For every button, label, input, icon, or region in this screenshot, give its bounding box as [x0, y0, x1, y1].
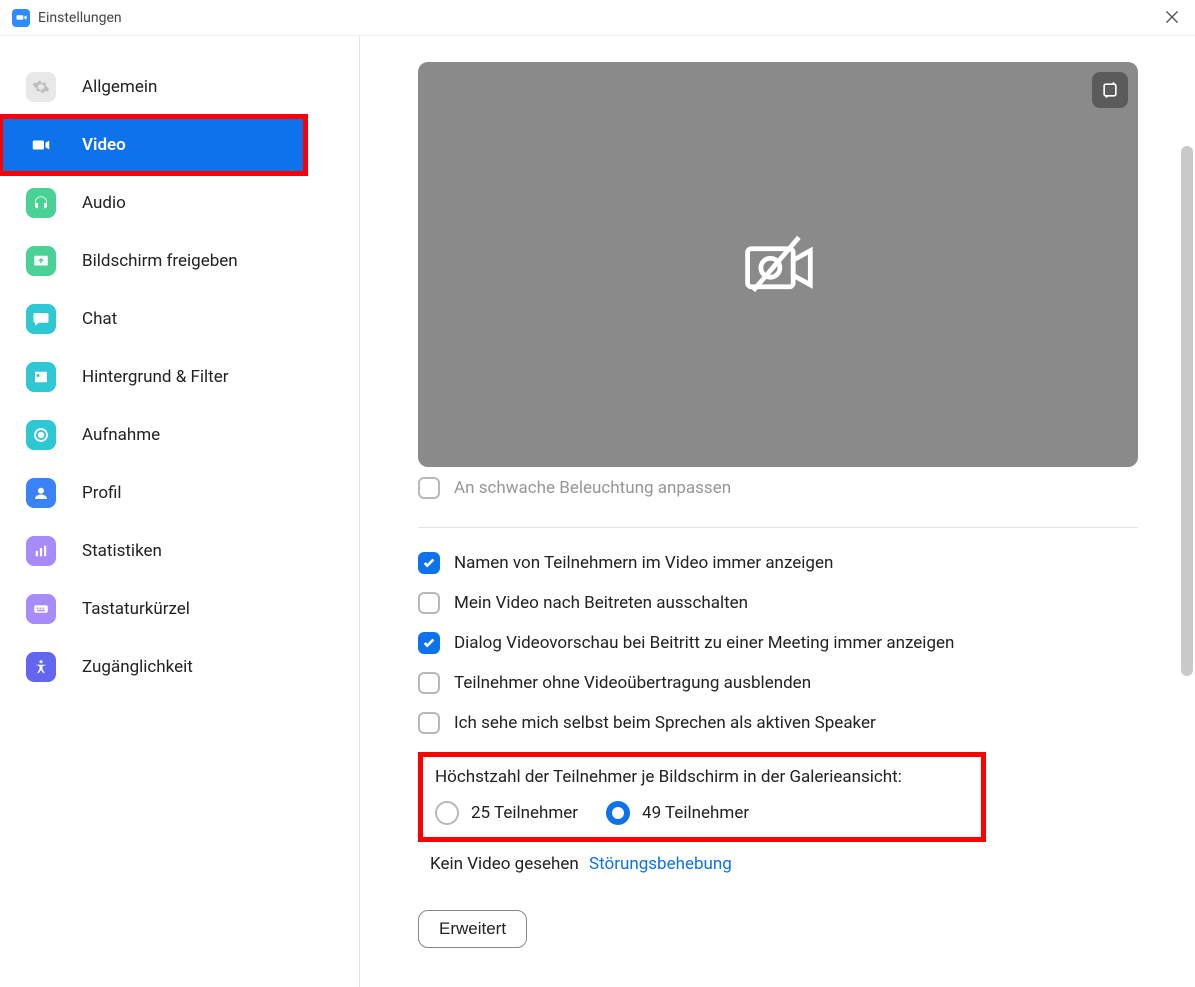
- sidebar-item-label: Allgemein: [82, 77, 157, 97]
- advanced-button[interactable]: Erweitert: [418, 910, 527, 948]
- sidebar-item-shortcuts[interactable]: Tastaturkürzel: [0, 580, 359, 638]
- radio-label: 25 Teilnehmer: [471, 803, 578, 823]
- option-row-turnoff: Mein Video nach Beitreten ausschalten: [418, 592, 1151, 614]
- option-label: Teilnehmer ohne Videoübertragung ausblen…: [454, 673, 811, 693]
- chat-icon: [26, 304, 56, 334]
- window-title: Einstellungen: [38, 10, 122, 26]
- titlebar: Einstellungen: [0, 0, 1195, 36]
- radio-25-participants[interactable]: 25 Teilnehmer: [435, 801, 578, 825]
- video-preview: [418, 62, 1138, 467]
- low-light-label: An schwache Beleuchtung anpassen: [454, 478, 731, 498]
- checkbox-preview-dialog[interactable]: [418, 632, 440, 654]
- sidebar-item-recording[interactable]: Aufnahme: [0, 406, 359, 464]
- sidebar-item-label: Profil: [82, 483, 122, 503]
- sidebar-item-label: Chat: [82, 309, 117, 329]
- sidebar-item-video[interactable]: Video: [0, 116, 306, 174]
- headphones-icon: [26, 188, 56, 218]
- profile-icon: [26, 478, 56, 508]
- option-label: Dialog Videovorschau bei Beitritt zu ein…: [454, 633, 954, 653]
- sidebar-item-share-screen[interactable]: Bildschirm freigeben: [0, 232, 359, 290]
- sidebar-item-audio[interactable]: Audio: [0, 174, 359, 232]
- sidebar-item-label: Audio: [82, 193, 126, 213]
- no-camera-icon: [740, 227, 816, 303]
- sidebar-item-chat[interactable]: Chat: [0, 290, 359, 348]
- sidebar-item-label: Video: [82, 135, 126, 155]
- app-icon: [12, 9, 30, 27]
- record-icon: [26, 420, 56, 450]
- rotate-camera-button[interactable]: [1092, 72, 1128, 108]
- sidebar-item-label: Bildschirm freigeben: [82, 251, 238, 271]
- sidebar-item-statistics[interactable]: Statistiken: [0, 522, 359, 580]
- option-label: Ich sehe mich selbst beim Sprechen als a…: [454, 713, 876, 733]
- scrollbar-thumb[interactable]: [1181, 146, 1193, 676]
- sidebar-item-label: Zugänglichkeit: [82, 657, 193, 677]
- low-light-checkbox[interactable]: [418, 477, 440, 499]
- troubleshoot-link[interactable]: Störungsbehebung: [589, 854, 732, 874]
- share-screen-icon: [26, 246, 56, 276]
- radio-label: 49 Teilnehmer: [642, 803, 749, 823]
- keyboard-icon: [26, 594, 56, 624]
- checkbox-show-names[interactable]: [418, 552, 440, 574]
- close-button[interactable]: [1163, 8, 1181, 26]
- option-label: Namen von Teilnehmern im Video immer anz…: [454, 553, 833, 573]
- sidebar-item-background[interactable]: Hintergrund & Filter: [0, 348, 359, 406]
- sidebar-item-label: Hintergrund & Filter: [82, 367, 229, 387]
- gear-icon: [26, 72, 56, 102]
- sidebar-item-label: Aufnahme: [82, 425, 160, 445]
- radio-button-25: [435, 801, 459, 825]
- sidebar-item-general[interactable]: Allgemein: [0, 58, 359, 116]
- option-row-self-active: Ich sehe mich selbst beim Sprechen als a…: [418, 712, 1151, 734]
- checkbox-hide-nonvideo[interactable]: [418, 672, 440, 694]
- divider: [418, 527, 1138, 528]
- radio-49-participants[interactable]: 49 Teilnehmer: [606, 801, 749, 825]
- option-row-preview-dialog: Dialog Videovorschau bei Beitritt zu ein…: [418, 632, 1151, 654]
- radio-button-49: [606, 801, 630, 825]
- option-label: Mein Video nach Beitreten ausschalten: [454, 593, 748, 613]
- low-light-row: An schwache Beleuchtung anpassen: [418, 477, 1151, 499]
- gallery-max-title: Höchstzahl der Teilnehmer je Bildschirm …: [435, 767, 969, 787]
- checkbox-self-active-speaker[interactable]: [418, 712, 440, 734]
- option-row-hide-nonvideo: Teilnehmer ohne Videoübertragung ausblen…: [418, 672, 1151, 694]
- background-filter-icon: [26, 362, 56, 392]
- sidebar-item-profile[interactable]: Profil: [0, 464, 359, 522]
- no-video-label: Kein Video gesehen: [430, 854, 579, 874]
- checkbox-turnoff-video[interactable]: [418, 592, 440, 614]
- gallery-max-section: Höchstzahl der Teilnehmer je Bildschirm …: [418, 752, 986, 842]
- content-pane: An schwache Beleuchtung anpassen Namen v…: [360, 36, 1195, 987]
- accessibility-icon: [26, 652, 56, 682]
- sidebar: Allgemein Video Audio Bildschirm freigeb…: [0, 36, 360, 987]
- option-row-names: Namen von Teilnehmern im Video immer anz…: [418, 552, 1151, 574]
- video-icon: [26, 130, 56, 160]
- sidebar-item-label: Tastaturkürzel: [82, 599, 190, 619]
- statistics-icon: [26, 536, 56, 566]
- no-video-row: Kein Video gesehen Störungsbehebung: [418, 854, 1151, 874]
- sidebar-item-accessibility[interactable]: Zugänglichkeit: [0, 638, 359, 696]
- sidebar-item-label: Statistiken: [82, 541, 162, 561]
